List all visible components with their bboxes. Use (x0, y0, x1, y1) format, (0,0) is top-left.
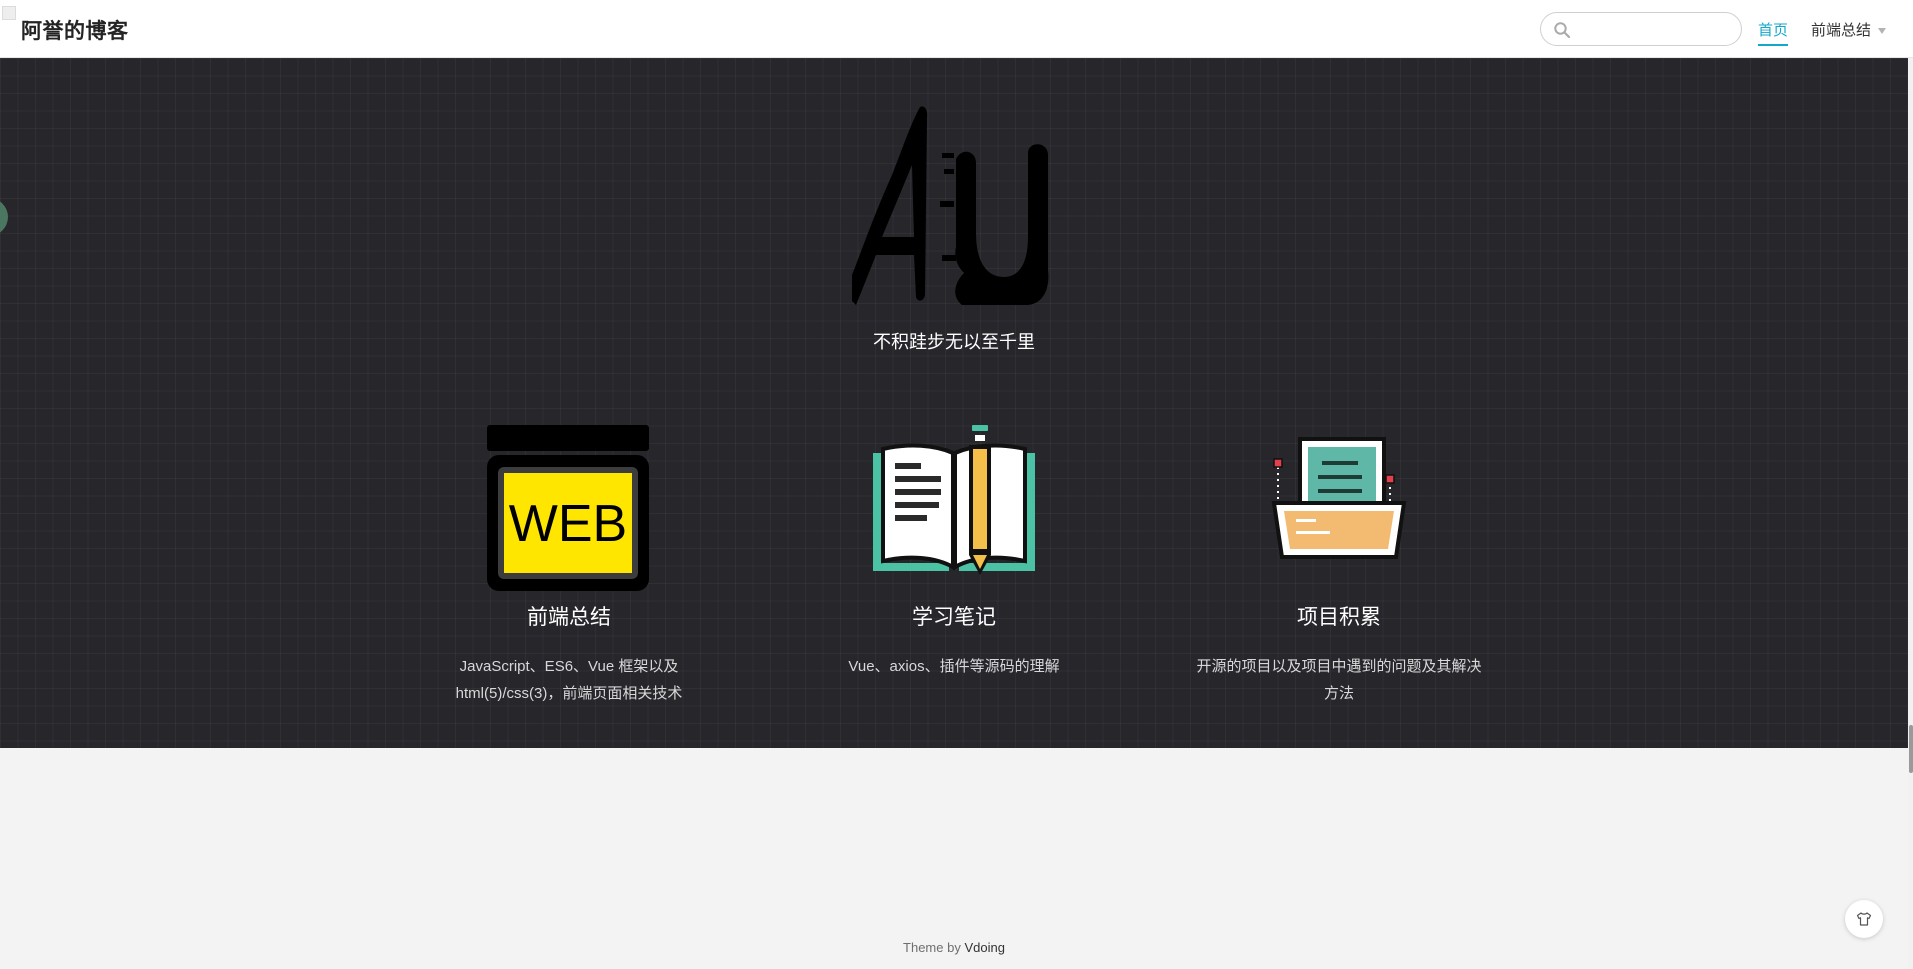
shirt-icon (1856, 912, 1872, 926)
open-book-icon (869, 423, 1039, 593)
footer-theme-link[interactable]: Vdoing (964, 940, 1004, 955)
hero-tagline: 不积跬步无以至千里 (873, 332, 1035, 352)
hero-logo (852, 106, 1049, 305)
footer: Theme by Vdoing (0, 940, 1908, 955)
folder-document-icon (1254, 423, 1424, 593)
feature-projects[interactable]: 项目积累 开源的项目以及项目中遇到的问题及其解决 方法 (1179, 423, 1499, 707)
feature-title: 前端总结 (527, 606, 611, 629)
side-drawer-toggle[interactable] (0, 198, 8, 236)
svg-text:WEB: WEB (509, 495, 627, 553)
feature-frontend[interactable]: WEB 前端总结 JavaScript、ES6、Vue 框架以及 html(5)… (409, 423, 729, 707)
nav-dropdown-label: 前端总结 (1811, 22, 1872, 39)
feature-description: JavaScript、ES6、Vue 框架以及 html(5)/css(3)，前… (455, 658, 683, 702)
feature-notes[interactable]: 学习笔记 Vue、axios、插件等源码的理解 (794, 423, 1114, 680)
footer-prefix: Theme by (903, 940, 961, 955)
nav-item-home[interactable]: 首页 (1758, 19, 1789, 46)
chevron-down-icon (1878, 28, 1887, 35)
feature-title: 项目积累 (1297, 606, 1381, 629)
feature-description: Vue、axios、插件等源码的理解 (848, 658, 1060, 675)
web-icon: WEB (484, 423, 654, 593)
search-box[interactable] (1540, 12, 1742, 46)
scrollbar-track[interactable] (1908, 58, 1913, 969)
search-icon (1554, 22, 1571, 39)
scrollbar-thumb[interactable] (1909, 725, 1913, 773)
site-title[interactable]: 阿誉的博客 (21, 15, 129, 45)
nav-dropdown-frontend[interactable]: 前端总结 (1811, 19, 1887, 40)
feature-description: 开源的项目以及项目中遇到的问题及其解决 方法 (1196, 658, 1482, 702)
top-navbar: 阿誉的博客 首页 前端总结 (0, 0, 1913, 58)
corner-mark (2, 6, 16, 20)
theme-toggle-button[interactable] (1845, 900, 1883, 938)
hero-section: 不积跬步无以至千里 WEB 前端总结 JavaScript、ES6、Vue 框架… (0, 58, 1908, 748)
search-input[interactable] (1577, 17, 1733, 41)
feature-title: 学习笔记 (912, 606, 996, 629)
